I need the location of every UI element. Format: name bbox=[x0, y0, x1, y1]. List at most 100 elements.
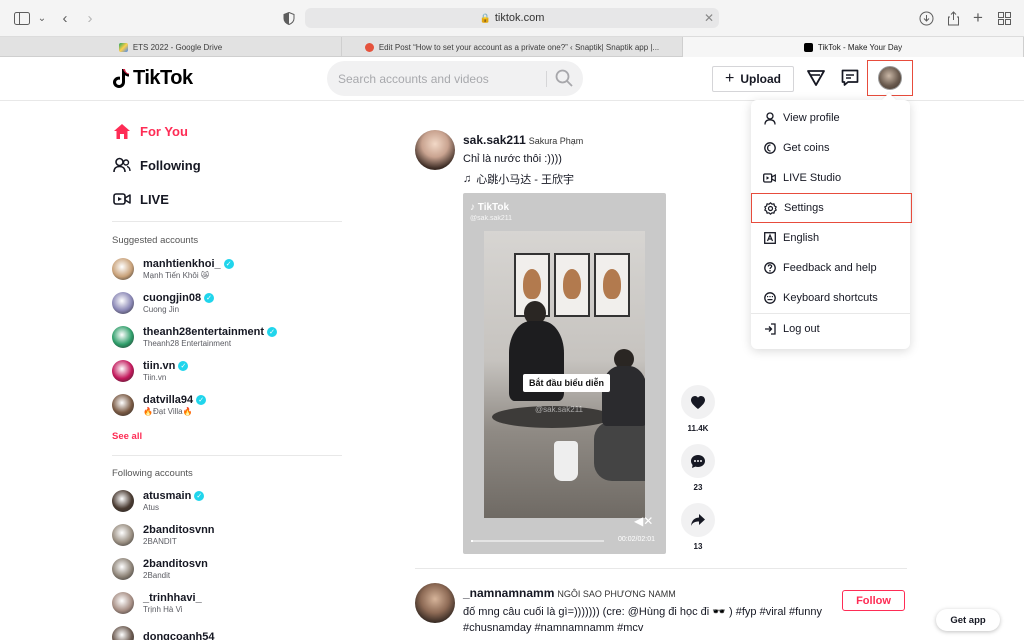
account-item[interactable]: theanh28entertainment ✓ Theanh28 Entertain… bbox=[112, 324, 278, 350]
get-app-button[interactable]: Get app bbox=[936, 609, 1000, 631]
avatar bbox=[112, 558, 134, 580]
forward-icon[interactable]: › bbox=[80, 9, 100, 27]
downloads-icon[interactable] bbox=[916, 9, 936, 27]
account-display-name: Trịnh Hà Vi bbox=[143, 605, 183, 614]
follow-button[interactable]: Follow bbox=[842, 590, 905, 611]
share-arrow-icon bbox=[691, 514, 705, 526]
upload-button[interactable]: + Upload bbox=[712, 66, 794, 92]
post-author[interactable]: _namnamnamm NGÔI SAO PHƯƠNG NAMM bbox=[463, 586, 676, 600]
menu-label: Keyboard shortcuts bbox=[783, 292, 878, 304]
video-player[interactable]: ♪ TikTok @sak.sak211 Bắt đầu biểu diễn @… bbox=[463, 193, 666, 554]
search-box bbox=[327, 61, 583, 96]
post-author-avatar[interactable] bbox=[415, 130, 455, 170]
profile-avatar-button[interactable] bbox=[867, 60, 913, 96]
account-item[interactable]: manhtienkhoi_ ✓ Mạnh Tiến Khôi 😿 bbox=[112, 256, 234, 282]
watermark-user: @sak.sak211 bbox=[470, 215, 512, 222]
post-author[interactable]: sak.sak211 Sakura Phạm bbox=[463, 133, 583, 147]
messages-icon[interactable] bbox=[840, 68, 860, 88]
tiktok-logo[interactable]: TikTok bbox=[112, 67, 193, 90]
menu-get-coins[interactable]: Get coins bbox=[751, 133, 910, 163]
post-author-avatar[interactable] bbox=[415, 583, 455, 623]
account-item[interactable]: 2banditosvn 2Bandit bbox=[112, 556, 208, 582]
account-names: theanh28entertainment ✓ Theanh28 Entertain… bbox=[143, 326, 278, 348]
avatar bbox=[112, 394, 134, 416]
back-icon[interactable]: ‹ bbox=[55, 9, 75, 27]
menu-view-profile[interactable]: View profile bbox=[751, 103, 910, 133]
account-username: 2banditosvnn bbox=[143, 524, 215, 536]
video-progress-bar[interactable] bbox=[471, 540, 604, 542]
account-username-row: datvilla94 ✓ bbox=[143, 394, 207, 406]
account-names: datvilla94 ✓ 🔥Đạt Villa🔥 bbox=[143, 394, 207, 416]
tab-tiktok[interactable]: TikTok - Make Your Day bbox=[683, 37, 1024, 57]
menu-live-studio[interactable]: LIVE Studio bbox=[751, 163, 910, 193]
share-icon[interactable] bbox=[943, 9, 963, 27]
account-display-name: Tiin.vn bbox=[143, 373, 167, 382]
nav-live[interactable]: LIVE bbox=[112, 189, 169, 209]
account-display-name: 2BANDIT bbox=[143, 537, 177, 546]
menu-label: View profile bbox=[783, 112, 840, 124]
menu-log-out[interactable]: Log out bbox=[751, 314, 910, 344]
account-item[interactable]: _trinhhavi_ Trịnh Hà Vi bbox=[112, 590, 202, 616]
tab-bar: ETS 2022 - Google Drive Edit Post “How t… bbox=[0, 37, 1024, 57]
see-all-link[interactable]: See all bbox=[112, 431, 142, 442]
share-count: 13 bbox=[693, 542, 703, 551]
search-input[interactable] bbox=[327, 71, 527, 86]
account-names: _trinhhavi_ Trịnh Hà Vi bbox=[143, 592, 202, 614]
menu-settings[interactable]: Settings bbox=[751, 193, 912, 223]
post-music[interactable]: ♫ 心跳小马达 - 王欣宇 bbox=[463, 171, 574, 187]
tab-snaptik[interactable]: Edit Post “How to set your account as a … bbox=[342, 37, 683, 57]
account-item[interactable]: tiin.vn ✓ Tiin.vn bbox=[112, 358, 189, 384]
menu-language[interactable]: English bbox=[751, 223, 910, 253]
new-tab-icon[interactable]: + bbox=[968, 8, 988, 27]
menu-keyboard-shortcuts[interactable]: Keyboard shortcuts bbox=[751, 283, 910, 313]
tiktok-wordmark: TikTok bbox=[133, 67, 193, 89]
inbox-send-icon[interactable] bbox=[806, 68, 826, 88]
nav-following[interactable]: Following bbox=[112, 155, 201, 175]
gear-icon bbox=[764, 201, 777, 215]
menu-label: Feedback and help bbox=[783, 262, 877, 274]
avatar bbox=[112, 626, 134, 640]
menu-feedback-help[interactable]: Feedback and help bbox=[751, 253, 910, 283]
account-item[interactable]: datvilla94 ✓ 🔥Đạt Villa🔥 bbox=[112, 392, 207, 418]
chevron-down-icon[interactable]: ⌄ bbox=[32, 9, 52, 27]
comment-icon bbox=[691, 454, 705, 468]
like-button[interactable] bbox=[681, 385, 715, 419]
post-caption: đố mng câu cuối là gì=))))))) (cre: @Hùn… bbox=[463, 606, 822, 618]
search-icon[interactable] bbox=[555, 69, 573, 87]
nav-label: LIVE bbox=[140, 191, 169, 207]
account-username-row: manhtienkhoi_ ✓ bbox=[143, 258, 234, 270]
account-display-name: Mạnh Tiến Khôi 😿 bbox=[143, 271, 210, 280]
verified-badge-icon: ✓ bbox=[194, 491, 205, 501]
post-caption: Chỉ là nước thôi :)))) bbox=[463, 153, 562, 165]
live-camera-icon bbox=[763, 172, 776, 185]
account-username: datvilla94 bbox=[143, 394, 194, 406]
account-names: 2banditosvn 2Bandit bbox=[143, 558, 208, 580]
share-button[interactable] bbox=[681, 503, 715, 537]
following-accounts-title: Following accounts bbox=[112, 468, 193, 479]
home-icon bbox=[112, 121, 132, 141]
user-icon bbox=[763, 111, 776, 125]
account-username: cuongjin08 bbox=[143, 292, 202, 304]
privacy-shield-icon[interactable] bbox=[279, 9, 299, 27]
account-display-name: Atus bbox=[143, 503, 160, 512]
address-bar[interactable]: 🔒 tiktok.com ✕ bbox=[305, 8, 719, 28]
account-item[interactable]: 2banditosvnn 2BANDIT bbox=[112, 522, 215, 548]
tab-overview-icon[interactable] bbox=[994, 9, 1014, 27]
comment-button[interactable] bbox=[681, 444, 715, 478]
painting bbox=[594, 253, 630, 317]
nav-for-you[interactable]: For You bbox=[112, 121, 188, 141]
account-item[interactable]: atusmain ✓ Atus bbox=[112, 488, 205, 514]
account-username-row: cuongjin08 ✓ bbox=[143, 292, 215, 304]
clear-url-icon[interactable]: ✕ bbox=[704, 11, 714, 25]
account-item[interactable]: dongcoanh54 bbox=[112, 624, 215, 640]
account-username-row: atusmain ✓ bbox=[143, 490, 205, 502]
mute-icon[interactable]: ◀✕ bbox=[634, 514, 653, 528]
account-item[interactable]: cuongjin08 ✓ Cuong Jin bbox=[112, 290, 215, 316]
sidebar-toggle-icon[interactable] bbox=[12, 9, 32, 27]
heart-icon bbox=[691, 395, 705, 409]
feed-divider bbox=[415, 568, 907, 569]
verified-badge-icon: ✓ bbox=[204, 293, 215, 303]
post-username: sak.sak211 bbox=[463, 133, 526, 147]
tab-google-drive[interactable]: ETS 2022 - Google Drive bbox=[0, 37, 342, 57]
progress-fill bbox=[471, 540, 474, 542]
